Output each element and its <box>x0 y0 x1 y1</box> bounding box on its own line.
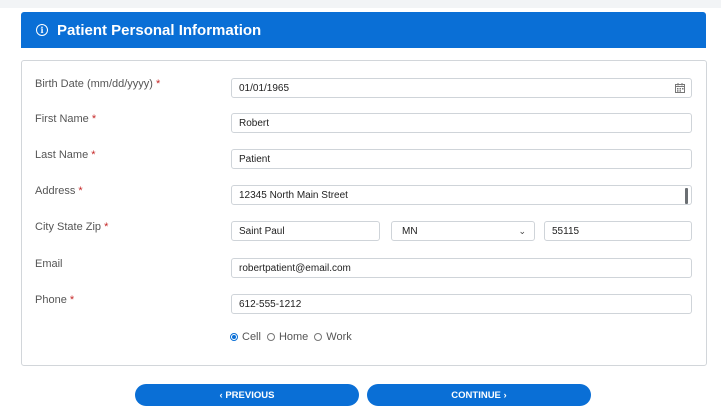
city-value: Saint Paul <box>239 225 285 237</box>
address-label: Address * <box>35 185 83 197</box>
scrollbar[interactable] <box>685 188 688 204</box>
birth-date-value: 01/01/1965 <box>239 82 290 94</box>
continue-button[interactable]: CONTINUE › <box>367 384 591 406</box>
last-name-row: Last Name * Patient <box>22 149 706 171</box>
info-icon: i <box>36 24 48 36</box>
state-select[interactable]: MN ⌄ <box>391 221 535 241</box>
address-input[interactable]: 12345 North Main Street <box>231 185 692 205</box>
phone-row: Phone * 612-555-1212 <box>22 294 706 316</box>
birth-date-label: Birth Date (mm/dd/yyyy) * <box>35 78 161 90</box>
phone-type-group: Cell Home Work <box>230 331 358 343</box>
address-value: 12345 North Main Street <box>239 189 348 201</box>
zip-input[interactable]: 55115 <box>544 221 692 241</box>
first-name-value: Robert <box>239 117 270 129</box>
radio-cell-label[interactable]: Cell <box>242 331 261 343</box>
city-input[interactable]: Saint Paul <box>231 221 380 241</box>
phone-value: 612-555-1212 <box>239 298 302 310</box>
city-state-zip-label: City State Zip * <box>35 221 109 233</box>
email-row: Email robertpatient@email.com <box>22 258 706 280</box>
email-label: Email <box>35 258 63 270</box>
phone-input[interactable]: 612-555-1212 <box>231 294 692 314</box>
last-name-value: Patient <box>239 153 271 165</box>
radio-work-label[interactable]: Work <box>326 331 351 343</box>
address-row: Address * 12345 North Main Street <box>22 185 706 207</box>
last-name-input[interactable]: Patient <box>231 149 692 169</box>
first-name-row: First Name * Robert <box>22 113 706 135</box>
first-name-label: First Name * <box>35 113 97 125</box>
email-input[interactable]: robertpatient@email.com <box>231 258 692 278</box>
city-state-zip-row: City State Zip * Saint Paul MN ⌄ 55115 <box>22 221 706 243</box>
radio-cell[interactable] <box>230 333 238 341</box>
section-title: Patient Personal Information <box>57 21 262 39</box>
radio-work[interactable] <box>314 333 323 341</box>
chevron-down-icon: ⌄ <box>518 226 526 236</box>
state-value: MN <box>402 225 418 237</box>
last-name-label: Last Name * <box>35 149 96 161</box>
birth-date-row: Birth Date (mm/dd/yyyy) * 01/01/1965 <box>22 78 706 100</box>
email-value: robertpatient@email.com <box>239 262 351 274</box>
calendar-icon[interactable] <box>675 83 685 93</box>
section-header: i Patient Personal Information <box>21 12 706 48</box>
patient-info-panel: Birth Date (mm/dd/yyyy) * 01/01/1965 Fir… <box>21 60 707 366</box>
birth-date-input[interactable]: 01/01/1965 <box>231 78 692 98</box>
radio-home[interactable] <box>266 333 275 341</box>
previous-button[interactable]: ‹ PREVIOUS <box>135 384 359 406</box>
zip-value: 55115 <box>552 225 580 237</box>
phone-label: Phone * <box>35 294 75 306</box>
top-strip <box>0 0 721 8</box>
first-name-input[interactable]: Robert <box>231 113 692 133</box>
radio-home-label[interactable]: Home <box>279 331 308 343</box>
